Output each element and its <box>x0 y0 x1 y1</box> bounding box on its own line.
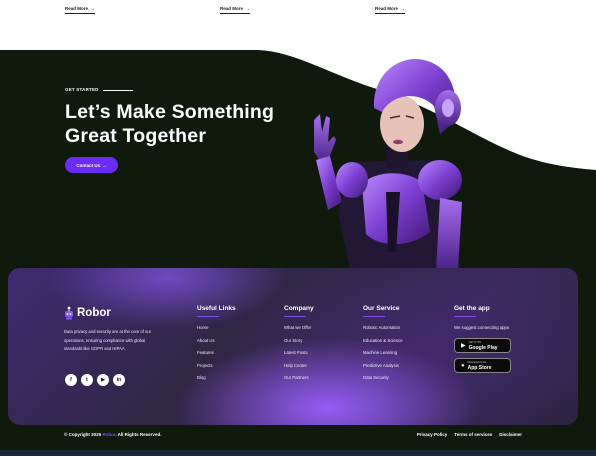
headline-line-1: Let’s Make Something <box>65 101 275 123</box>
app-store-button[interactable]: ● Download on the App Store <box>454 358 511 374</box>
footer-link-our-story[interactable]: Our Story <box>284 338 314 351</box>
disclaimer-link[interactable]: Disclaimer <box>499 432 522 437</box>
legal-links: Privacy Policy Terms of services Disclai… <box>417 432 522 437</box>
apple-icon: ● <box>461 362 465 369</box>
arrow-right-icon: → <box>400 6 406 12</box>
read-more-link[interactable]: Read More → <box>65 6 96 14</box>
contact-us-label: Contact Us <box>76 162 101 168</box>
google-play-icon: ▶ <box>461 343 466 350</box>
copyright-text: © Copyright 2025 Robor. All Rights Reser… <box>64 432 161 437</box>
column-title: Useful Links <box>197 305 236 312</box>
copyright-prefix: © Copyright 2025 <box>64 432 102 437</box>
footer-link-home[interactable]: Home <box>197 325 236 338</box>
facebook-icon[interactable]: f <box>65 374 77 386</box>
eyebrow-divider <box>103 90 133 91</box>
footer-card: Robor Data privacy and security are at t… <box>8 268 578 425</box>
copyright-suffix: . All Rights Reserved. <box>115 432 162 437</box>
twitter-icon[interactable]: t <box>81 374 93 386</box>
social-links: f t ▶ in <box>65 374 125 386</box>
company-column: Company What we Offer Our Story Latest P… <box>284 305 314 388</box>
our-service-column: Our Service Robotic Automation Education… <box>363 305 403 388</box>
app-store-label: App Store <box>467 364 492 371</box>
arrow-right-icon: → <box>102 162 107 168</box>
company-description: Data privacy and security are at the cor… <box>64 329 152 351</box>
get-the-app-column: Get the app We suggest connecting apps ▶… <box>454 305 511 378</box>
footer-link-what-we-offer[interactable]: What we Offer <box>284 325 314 338</box>
robot-logo-icon <box>65 306 73 320</box>
read-more-label: Read More <box>220 6 244 11</box>
useful-links-column: Useful Links Home About Us Features Proj… <box>197 305 236 388</box>
cta-headline: Let’s Make Something Great Together <box>65 100 305 148</box>
footer-link-about-us[interactable]: About Us <box>197 338 236 351</box>
read-more-link[interactable]: Read More → <box>375 6 406 14</box>
footer-link-blog[interactable]: Blog <box>197 375 236 388</box>
section-eyebrow: GET STARTED <box>65 87 99 92</box>
read-more-label: Read More <box>375 6 399 11</box>
privacy-policy-link[interactable]: Privacy Policy <box>417 432 448 437</box>
arrow-right-icon: → <box>90 6 96 12</box>
footer-link-predictive-analysis[interactable]: Predictive Analysis <box>363 363 403 376</box>
headline-line-2: Great Together <box>65 125 207 147</box>
column-underline <box>363 316 385 318</box>
contact-us-button[interactable]: Contact Us → <box>65 157 118 173</box>
footer-link-education-science[interactable]: Education & Science <box>363 338 403 351</box>
page-bottom-strip <box>0 450 596 456</box>
footer-link-machine-learning[interactable]: Machine Learning <box>363 350 403 363</box>
footer-link-robotic-automation[interactable]: Robotic Automation <box>363 325 403 338</box>
footer-link-projects[interactable]: Projects <box>197 363 236 376</box>
column-underline <box>284 316 306 318</box>
column-title: Our Service <box>363 305 400 312</box>
footer-link-features[interactable]: Features <box>197 350 236 363</box>
google-play-button[interactable]: ▶ GET IT ON Google Play <box>454 338 511 354</box>
brand-name: Robor <box>77 307 111 319</box>
column-underline <box>454 316 476 318</box>
footer-link-data-security[interactable]: Data Security <box>363 375 403 388</box>
app-description: We suggest connecting apps <box>454 325 510 331</box>
linkedin-icon[interactable]: in <box>113 374 125 386</box>
footer-link-our-partners[interactable]: Our Partners <box>284 375 314 388</box>
read-more-label: Read More <box>65 6 89 11</box>
footer-link-help-center[interactable]: Help Center <box>284 363 314 376</box>
robot-illustration <box>314 58 462 270</box>
copyright-brand-link[interactable]: Robor <box>102 432 115 437</box>
blog-cards-strip: Read More → Read More → Read More → <box>0 0 596 50</box>
footer-link-latest-posts[interactable]: Latest Posts <box>284 350 314 363</box>
arrow-right-icon: → <box>245 6 251 12</box>
terms-of-services-link[interactable]: Terms of services <box>454 432 492 437</box>
footer-brand[interactable]: Robor <box>64 306 111 320</box>
column-title: Get the app <box>454 305 490 312</box>
column-underline <box>197 316 219 318</box>
read-more-link[interactable]: Read More → <box>220 6 251 14</box>
column-title: Company <box>284 305 314 312</box>
google-play-label: Google Play <box>468 344 498 351</box>
footer-bottom-bar: © Copyright 2025 Robor. All Rights Reser… <box>0 430 596 444</box>
youtube-icon[interactable]: ▶ <box>97 374 109 386</box>
